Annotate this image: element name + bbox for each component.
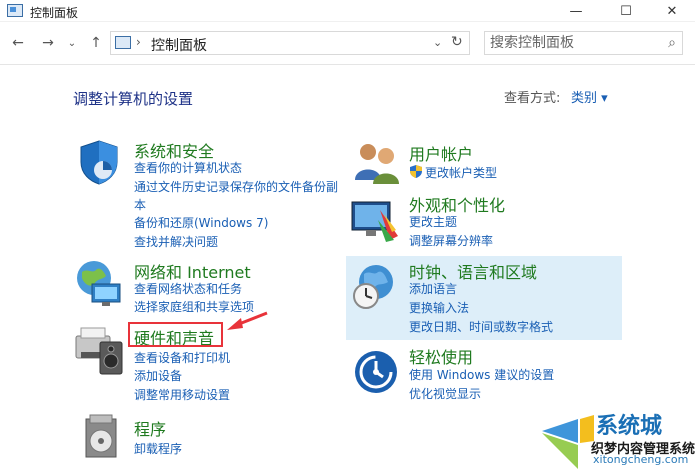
title-bar: 控制面板 — ☐ ✕ (0, 0, 695, 22)
view-by-label: 查看方式: (504, 91, 561, 106)
annotation-highlight-box (128, 322, 223, 347)
link-file-history[interactable]: 通过文件历史记录保存你的文件备份副 (134, 178, 338, 195)
link-screen-resolution[interactable]: 调整屏幕分辨率 (409, 232, 493, 249)
link-change-input-method[interactable]: 更换输入法 (409, 299, 469, 316)
link-recommended-settings[interactable]: 使用 Windows 建议的设置 (409, 366, 554, 383)
appearance-monitor-icon (351, 201, 398, 242)
navigation-bar: ← → ⌄ ↑ › 控制面板 ⌄ ↻ ⌕ (0, 23, 695, 65)
close-button[interactable]: ✕ (649, 0, 695, 22)
link-change-date-format[interactable]: 更改日期、时间或数字格式 (409, 318, 553, 335)
shield-icon (80, 140, 118, 185)
ease-of-access-icon (355, 351, 397, 393)
link-network-status[interactable]: 查看网络状态和任务 (134, 280, 242, 297)
link-file-history-cont[interactable]: 本 (134, 196, 146, 213)
watermark-title: 系统城 (596, 414, 663, 439)
link-add-language[interactable]: 添加语言 (409, 280, 457, 297)
link-optimize-visual[interactable]: 优化视觉显示 (409, 385, 481, 402)
breadcrumb-separator[interactable]: › (136, 35, 141, 49)
link-backup-restore[interactable]: 备份和还原(Windows 7) (134, 214, 268, 231)
search-icon[interactable]: ⌕ (668, 35, 676, 51)
view-by-dropdown[interactable]: 类别 ▾ (571, 87, 608, 106)
maximize-button[interactable]: ☐ (603, 0, 649, 22)
link-change-theme[interactable]: 更改主题 (409, 213, 457, 230)
forward-button[interactable]: → (38, 33, 58, 53)
link-mobility-settings[interactable]: 调整常用移动设置 (134, 386, 230, 403)
link-view-computer-status[interactable]: 查看你的计算机状态 (134, 159, 242, 176)
refresh-button[interactable]: ↻ (451, 34, 463, 50)
link-add-device[interactable]: 添加设备 (134, 367, 182, 384)
watermark-url: xitongcheng.com (593, 453, 689, 466)
link-change-account-type[interactable]: 更改帐户类型 (425, 164, 497, 181)
search-input[interactable] (486, 33, 656, 53)
annotation-arrow-icon (227, 311, 268, 330)
link-uninstall-program[interactable]: 卸载程序 (134, 440, 182, 457)
window-title: 控制面板 (30, 6, 79, 20)
search-box[interactable]: ⌕ (484, 31, 683, 55)
clock-globe-icon (353, 265, 393, 309)
minimize-button[interactable]: — (553, 0, 599, 22)
uac-shield-icon (410, 165, 422, 178)
link-devices-printers[interactable]: 查看设备和打印机 (134, 349, 230, 366)
category-user-accounts[interactable]: 用户帐户 (409, 141, 473, 165)
programs-disc-icon (85, 414, 117, 458)
category-programs[interactable]: 程序 (134, 416, 166, 440)
control-panel-icon (7, 4, 23, 17)
control-panel-icon (115, 36, 131, 49)
up-button[interactable]: ↑ (86, 33, 106, 53)
category-ease-of-access[interactable]: 轻松使用 (409, 344, 473, 368)
breadcrumb-control-panel[interactable]: 控制面板 (151, 35, 207, 55)
back-button[interactable]: ← (8, 33, 28, 53)
network-globe-icon (77, 261, 121, 306)
user-accounts-icon (355, 144, 399, 184)
page-heading: 调整计算机的设置 (73, 90, 194, 108)
link-troubleshoot[interactable]: 查找并解决问题 (134, 233, 218, 250)
address-dropdown-button[interactable]: ⌄ (433, 36, 442, 49)
recent-locations-button[interactable]: ⌄ (62, 33, 82, 53)
printer-speaker-icon (75, 327, 123, 375)
address-bar[interactable]: › 控制面板 ⌄ ↻ (110, 31, 470, 55)
